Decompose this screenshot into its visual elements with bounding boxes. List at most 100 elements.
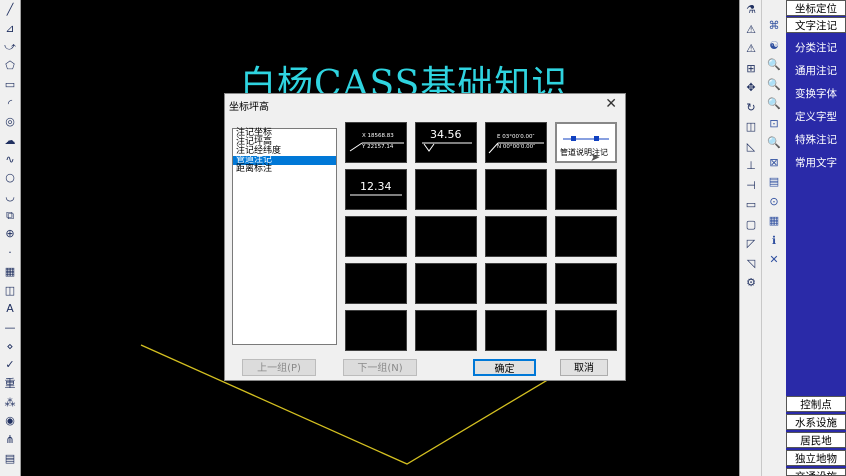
style-cell-empty[interactable] (415, 169, 477, 210)
region-icon[interactable]: ◫ (2, 283, 18, 299)
camera-icon[interactable]: ◉ (2, 413, 18, 429)
cancel-icon[interactable]: ✕ (766, 252, 782, 268)
point-icon[interactable]: · (2, 245, 18, 261)
spline-icon[interactable]: ∿ (2, 152, 18, 168)
pipe-label-text: 管道说明注记 (560, 148, 608, 157)
make-block-icon[interactable]: ⊕ (2, 226, 18, 242)
text-icon[interactable]: A (2, 301, 18, 317)
style-cell-empty[interactable] (485, 310, 547, 351)
cancel-button[interactable]: 取消 (560, 359, 608, 376)
style-cell-empty[interactable] (485, 169, 547, 210)
polygon-icon[interactable]: ⬠ (2, 58, 18, 74)
draw-toolbar: ╱ ⊿ ⤻ ⬠ ▭ ◜ ◎ ☁ ∿ ○ ◡ ⧉ ⊕ · ▦ ◫ A — ⋄ ✓ 重 ⁂ ◉ ⋔ ▤ (0, 0, 21, 476)
polyline-icon[interactable]: ⊿ (2, 21, 18, 37)
style-cell-coordinate[interactable]: X 18568.83 Y 22157.14 (345, 122, 407, 163)
line-icon[interactable]: ╱ (2, 2, 18, 18)
menu-item-water-facility[interactable]: 水系设施 (786, 414, 846, 430)
menu-item-control-point[interactable]: 控制点 (786, 396, 846, 412)
offset-icon[interactable]: ⊞ (743, 61, 759, 77)
zoom-window-icon[interactable]: 🔍 (766, 57, 782, 73)
info-icon[interactable]: ⊙ (766, 194, 782, 210)
style-grid: X 18568.83 Y 22157.14 34.56 E 03°00′0.00… (343, 119, 621, 355)
style-cell-elevation[interactable]: 34.56 (415, 122, 477, 163)
menu-item-general-annotation[interactable]: 通用注记 (786, 63, 846, 79)
ellipse-icon[interactable]: ○ (2, 170, 18, 186)
list-item[interactable]: 距离标注 (233, 165, 336, 174)
pan-icon[interactable]: ⌘ (766, 18, 782, 34)
coordinate-elevation-dialog: 坐标坪高 ✕ 注记坐标 注记坪高 注记经纬度 管道注记 距离标注 X 18568… (224, 93, 626, 381)
zoom-extents-icon[interactable]: 🔍 (766, 96, 782, 112)
snap-icon[interactable]: ⋄ (2, 339, 18, 355)
hatch-icon[interactable]: ▦ (2, 264, 18, 280)
menu-item-category-annotation[interactable]: 分类注记 (786, 40, 846, 56)
measure-icon[interactable]: ✓ (2, 357, 18, 373)
list-icon[interactable]: ▤ (766, 174, 782, 190)
style-cell-empty[interactable] (485, 263, 547, 304)
style-cell-empty[interactable] (555, 216, 617, 257)
style-cell-empty[interactable] (555, 310, 617, 351)
match-icon[interactable]: 🔍 (766, 135, 782, 151)
arc2-icon[interactable]: ◜ (2, 96, 18, 112)
fillet-icon[interactable]: ◹ (743, 256, 759, 272)
style-cell-empty[interactable] (415, 310, 477, 351)
prev-group-button[interactable]: 上一组(P) (242, 359, 316, 376)
style-cell-empty[interactable] (415, 263, 477, 304)
circle-icon[interactable]: ◎ (2, 114, 18, 130)
rotate-icon[interactable]: ◫ (743, 119, 759, 135)
dimension-icon[interactable]: ⋔ (2, 432, 18, 448)
ellipse-arc-icon[interactable]: ◡ (2, 189, 18, 205)
revision-cloud-icon[interactable]: ☁ (2, 133, 18, 149)
help-icon[interactable]: ℹ (766, 233, 782, 249)
style-cell-empty[interactable] (345, 263, 407, 304)
style-cell-distance[interactable]: 12.34 (345, 169, 407, 210)
style-cell-latlon[interactable]: E 03°00′0.00″ N 00°00′0.00″ (485, 122, 547, 163)
next-group-button[interactable]: 下一组(N) (343, 359, 417, 376)
arc-icon[interactable]: ⤻ (2, 39, 18, 55)
style-cell-pipe[interactable]: 管道说明注记 ➤ (555, 122, 617, 163)
group-icon[interactable]: ⁂ (2, 395, 18, 411)
menu-item-special-annotation[interactable]: 特殊注记 (786, 132, 846, 148)
style-cell-empty[interactable] (415, 216, 477, 257)
stretch-icon[interactable]: ⊥ (743, 158, 759, 174)
table-icon[interactable]: ▦ (766, 213, 782, 229)
properties-icon[interactable]: ⊡ (766, 116, 782, 132)
separator: — (4, 320, 16, 334)
layer-icon[interactable]: 重 (2, 376, 18, 392)
array-icon[interactable]: ✥ (743, 80, 759, 96)
erase-icon[interactable]: ⚗ (743, 2, 759, 18)
move-icon[interactable]: ↻ (743, 100, 759, 116)
scale-icon[interactable]: ◺ (743, 139, 759, 155)
coordinate-leader-icon (349, 142, 404, 152)
close-icon[interactable]: ✕ (605, 96, 617, 112)
rectangle-icon[interactable]: ▭ (2, 77, 18, 93)
layer-props-icon[interactable]: ⊠ (766, 155, 782, 171)
trim-icon[interactable]: ⊣ (743, 178, 759, 194)
menu-item-traffic[interactable]: 交通设施 (786, 468, 846, 476)
annotation-type-list[interactable]: 注记坐标 注记坪高 注记经纬度 管道注记 距离标注 (232, 128, 337, 345)
menu-item-residential[interactable]: 居民地 (786, 432, 846, 448)
style-cell-empty[interactable] (485, 216, 547, 257)
menu-item-independent-feature[interactable]: 独立地物 (786, 450, 846, 466)
menu-header[interactable]: 坐标定位 (786, 0, 846, 16)
style-cell-empty[interactable] (555, 169, 617, 210)
latlon-leader-icon (488, 142, 544, 154)
explode-icon[interactable]: ⚙ (743, 275, 759, 291)
break-icon[interactable]: ▢ (743, 217, 759, 233)
ok-button[interactable]: 确定 (473, 359, 536, 376)
menu-item-common-text[interactable]: 常用文字 (786, 155, 846, 171)
mirror-icon[interactable]: ⚠ (743, 41, 759, 57)
zoom-realtime-icon[interactable]: ☯ (766, 38, 782, 54)
coord-y-text: Y 22157.14 (362, 144, 394, 150)
menu-item-text-annotation[interactable]: 文字注记 (786, 17, 846, 33)
insert-block-icon[interactable]: ⧉ (2, 208, 18, 224)
style-cell-empty[interactable] (345, 216, 407, 257)
extend-icon[interactable]: ▭ (743, 197, 759, 213)
copy-icon[interactable]: ⚠ (743, 22, 759, 38)
menu-item-change-font[interactable]: 变换字体 (786, 86, 846, 102)
chamfer-icon[interactable]: ◸ (743, 236, 759, 252)
style-cell-empty[interactable] (345, 310, 407, 351)
scale-icon[interactable]: ▤ (2, 451, 18, 467)
style-cell-empty[interactable] (555, 263, 617, 304)
zoom-prev-icon[interactable]: 🔍 (766, 77, 782, 93)
menu-item-define-font[interactable]: 定义字型 (786, 109, 846, 125)
